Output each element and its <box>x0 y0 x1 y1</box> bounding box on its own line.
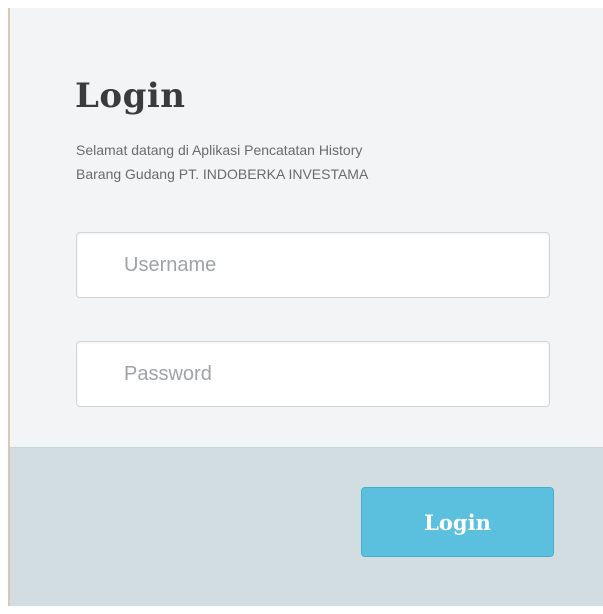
username-field-wrapper <box>76 232 550 298</box>
login-button[interactable]: Login <box>361 487 554 557</box>
username-input[interactable] <box>77 233 549 297</box>
password-field-wrapper <box>76 341 550 407</box>
password-input[interactable] <box>77 342 549 406</box>
welcome-text: Selamat datang di Aplikasi Pencatatan Hi… <box>76 142 369 182</box>
page-title: Login <box>75 76 186 116</box>
login-page: Login Selamat datang di Aplikasi Pencata… <box>0 0 603 614</box>
